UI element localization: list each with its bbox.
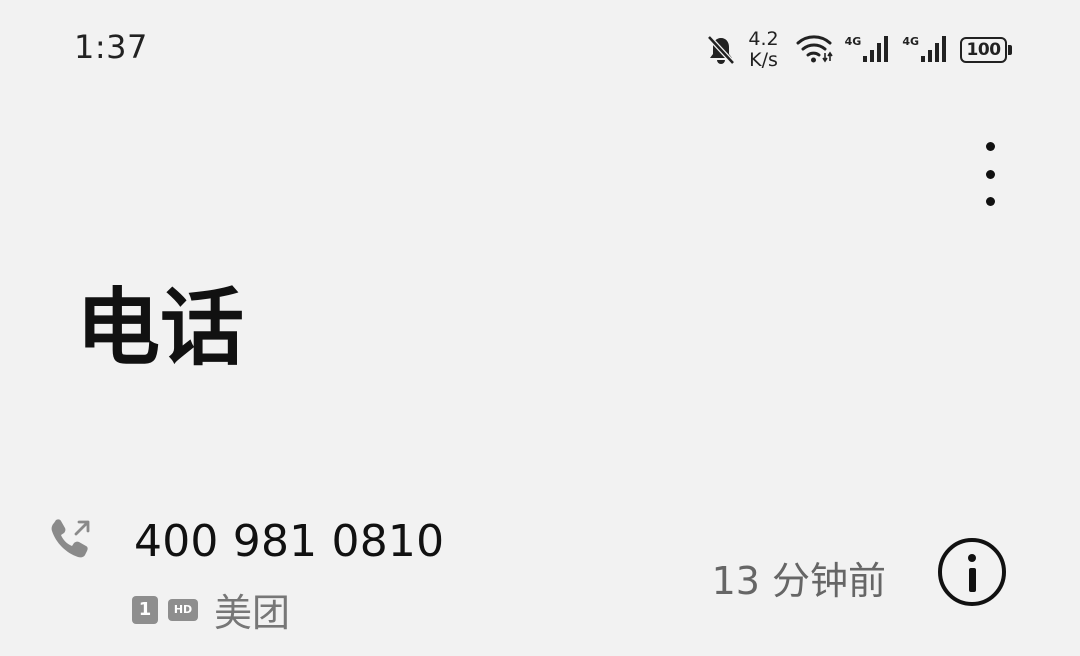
call-meta: 1 HD 美团 [132,582,290,637]
call-time: 13 分钟前 [711,559,886,603]
status-time: 1:37 [74,28,148,66]
wifi-icon [795,32,835,68]
more-vertical-icon [985,169,995,179]
call-log-item[interactable]: 400 981 0810 1 HD 美团 13 分钟前 [0,500,1080,656]
net-speed: 4.2 K/s [748,29,778,71]
net-speed-unit: K/s [749,49,778,71]
more-vertical-icon [985,142,995,151]
hd-badge: HD [168,598,198,621]
battery-level: 100 [960,37,1008,63]
status-icons: 4.2 K/s 4G 4G 100 [704,26,1012,74]
battery-icon: 100 [960,36,1012,64]
signal-sim1: 4G [845,33,893,67]
status-bar: 1:37 4.2 K/s 4G 4G 100 [0,0,1080,100]
info-icon-stem [968,568,976,592]
call-label: 美团 [214,591,291,635]
net-speed-value: 4.2 [748,28,779,50]
bell-muted-icon [704,33,738,67]
outgoing-call-icon [48,516,94,566]
page-title: 电话 [76,279,245,377]
info-icon [968,554,976,562]
info-button[interactable] [938,538,1006,606]
sim-badge: 1 [132,595,158,624]
battery-tip [1008,45,1012,55]
signal-sim2: 4G [902,33,950,67]
more-vertical-icon [985,197,995,206]
more-options-button[interactable] [966,136,1014,212]
network-type-label: 4G [902,35,919,48]
call-number: 400 981 0810 [134,516,445,567]
signal-icon [862,33,892,67]
signal-icon [920,33,950,67]
network-type-label: 4G [844,35,862,48]
